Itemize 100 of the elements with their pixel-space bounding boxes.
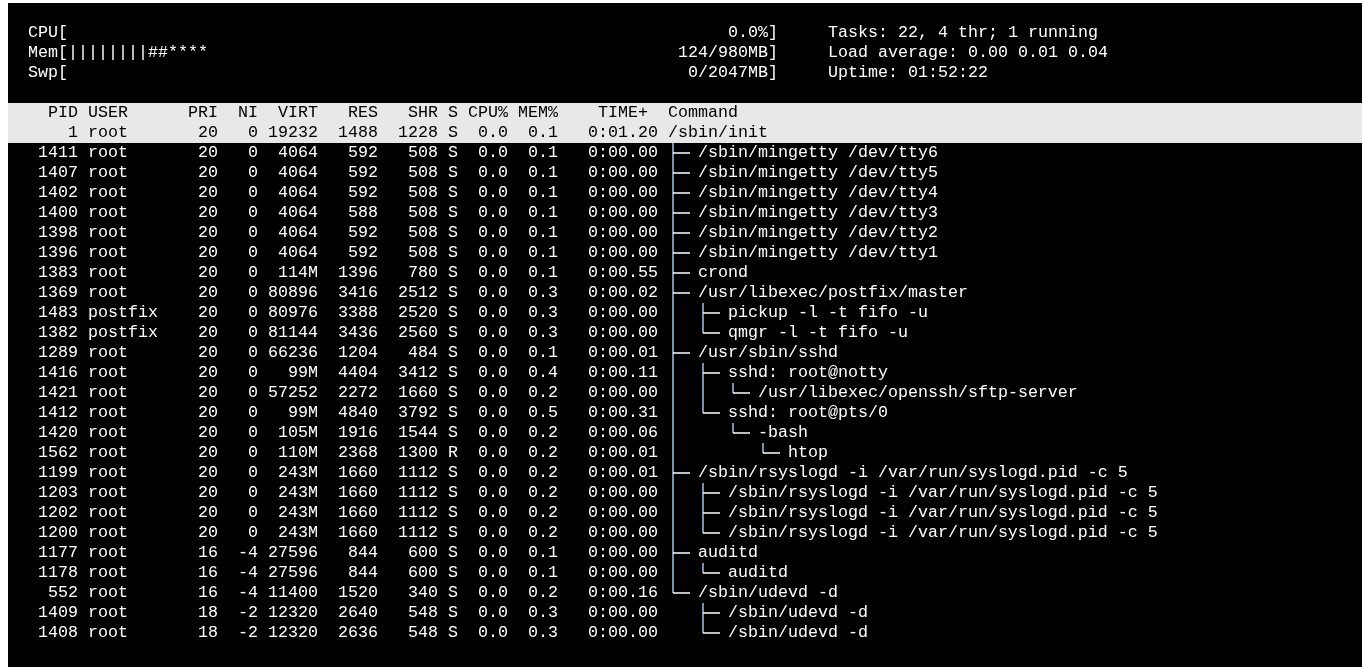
tree-branch [672,583,691,594]
table-cell-text: root [88,263,129,283]
tree-branch [672,163,691,183]
table-cell-text: 4404 [337,363,378,383]
table-cell-text: 0.0 [477,243,508,263]
table-cell-text: 243M [277,483,318,503]
table-cell-text: 592 [347,243,378,263]
table-cell-text: 0 [247,123,258,143]
meter-label: CPU[ [28,23,68,43]
table-cell: 80976 [268,303,318,323]
tree-branch [672,243,691,263]
table-cell-text: 508 [407,143,438,163]
summary-text: Tasks: 22, 4 thr; 1 running [828,23,1099,43]
table-cell-text: 3436 [337,323,378,343]
table-cell-text: 0:01.20 [587,123,658,143]
table-cell-text: 20 [197,423,218,443]
table-cell-text: 0.2 [527,583,558,603]
table-cell-text: 592 [347,143,378,163]
table-cell-text: root [88,503,129,523]
table-cell-text: 20 [197,183,218,203]
command-text: /sbin/mingetty /dev/tty2 [698,223,938,243]
table-cell-text: 0:00.11 [587,363,658,383]
table-cell-text: 1199 [37,463,78,483]
table-cell-text: root [88,203,129,223]
table-cell-text: 600 [407,563,438,583]
table-cell-text: root [88,603,129,623]
tree-line [702,383,704,403]
table-cell-text: 0:00.00 [587,303,658,323]
column-header: VIRT [277,103,318,123]
table-cell-text: 844 [347,543,378,563]
command-text: /sbin/mingetty /dev/tty6 [698,143,938,163]
table-cell-text: 1112 [397,503,438,523]
meter-label: Mem[ [28,43,68,63]
table-cell: S [448,423,458,443]
table-cell-text: 0.0 [477,163,508,183]
table-cell-text: 0:00.00 [587,603,658,623]
table-cell-text: 2560 [397,323,438,343]
table-cell: 12320 [268,603,318,623]
table-cell-text: 0.0 [477,203,508,223]
table-cell-text: 0 [247,403,258,423]
table-cell-text: root [88,363,129,383]
table-cell-text: 0 [247,143,258,163]
table-cell-text: 4840 [337,403,378,423]
table-cell-text: 0:00.16 [587,583,658,603]
table-cell-text: 0 [247,343,258,363]
table-cell-text: 0.1 [527,163,558,183]
table-cell-text: 0.0 [477,383,508,403]
table-cell-text: 0.1 [527,563,558,583]
table-cell-text: 2640 [337,603,378,623]
table-cell-text: root [88,143,129,163]
table-cell-text: 0:00.00 [587,143,658,163]
process-row[interactable]: 1 root 20 0 19232 1488 1228 S 0.0 0.1 0:01.20 /sbin/init [8,123,1362,143]
table-cell-text: 0:00.00 [587,243,658,263]
table-cell-text: -2 [237,623,258,643]
table-cell-text: 1202 [37,503,78,523]
table-cell-text: 3792 [397,403,438,423]
table-cell-text: -4 [237,563,258,583]
table-cell: S [448,623,458,643]
table-cell-text: 1420 [37,423,78,443]
meter-graph-text: ||||||||##**** [68,43,208,63]
table-cell-text: 20 [197,383,218,403]
table-cell-text: root [88,583,129,603]
table-cell-text: 1112 [397,463,438,483]
table-cell-text: 1407 [37,163,78,183]
table-cell: S [448,223,458,243]
table-cell-text: 0.1 [527,203,558,223]
table-cell: S [448,143,458,163]
table-cell-text: 20 [197,323,218,343]
table-cell-text: 0:00.00 [587,543,658,563]
table-cell: 27596 [268,543,318,563]
table-cell-text: 0 [247,423,258,443]
table-cell-text: 3388 [337,303,378,323]
table-cell-text: 1398 [37,223,78,243]
column-header: Command [668,103,738,123]
table-cell-text: 1520 [337,583,378,603]
table-cell-text: 0.0 [477,623,508,643]
table-cell-text: 1369 [37,283,78,303]
table-cell-text: 20 [197,243,218,263]
table-cell-text: 4064 [277,203,318,223]
table-cell-text: 18 [197,623,218,643]
table-cell-text: 1396 [337,263,378,283]
table-cell-text: 1660 [337,463,378,483]
table-cell-text: 0.0 [477,583,508,603]
column-header: USER [88,103,129,123]
table-cell-text: 0.3 [527,623,558,643]
table-cell-text: root [88,123,129,143]
table-cell-text: 1421 [37,383,78,403]
table-cell-text: 1112 [397,523,438,543]
command-text: /sbin/udevd -d [728,623,868,643]
command-text: /sbin/init [668,123,768,143]
table-cell-text: 0.0 [477,563,508,583]
command-text: qmgr -l -t fifo -u [728,323,908,343]
column-header: CPU% [468,103,508,123]
table-cell-text: 1660 [337,523,378,543]
table-cell-text: 20 [197,363,218,383]
table-cell-text: 0.0 [477,443,508,463]
table-cell: S [448,283,458,303]
command-text: /sbin/mingetty /dev/tty5 [698,163,938,183]
table-cell-text: 1 [67,123,78,143]
column-header: RES [347,103,378,123]
